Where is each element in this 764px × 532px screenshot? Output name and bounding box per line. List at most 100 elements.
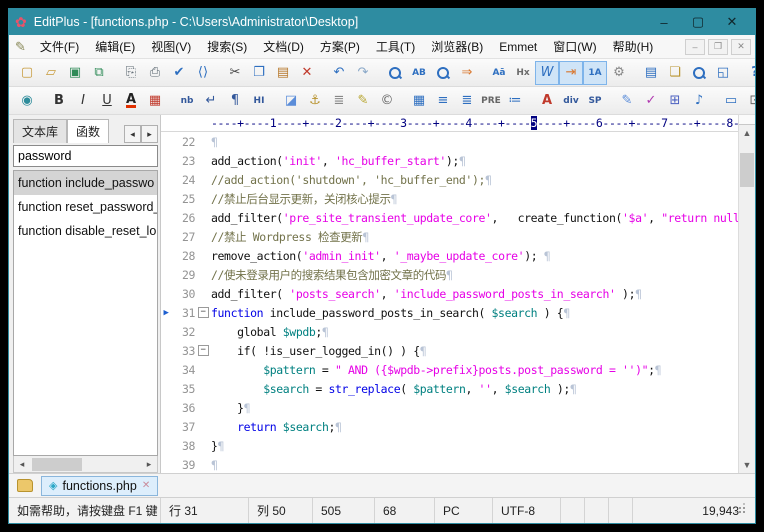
menu-2[interactable]: 编辑(E)	[87, 37, 143, 57]
paragraph-button[interactable]: ¶	[223, 89, 247, 113]
goto-line-button[interactable]: ⇒	[455, 61, 479, 85]
menu-7[interactable]: 工具(T)	[368, 37, 423, 57]
copyright-button[interactable]: ©	[375, 89, 399, 113]
menu-8[interactable]: 浏览器(B)	[423, 37, 491, 57]
scroll-up-icon[interactable]: ▲	[739, 125, 755, 141]
horizontal-rule-button[interactable]: ≣	[327, 89, 351, 113]
code-line-28[interactable]: 28remove_action('admin_init', '_maybe_up…	[161, 246, 738, 265]
maximize-button[interactable]: ▢	[681, 11, 715, 33]
color-palette-button[interactable]: ▦	[143, 89, 167, 113]
code-line-39[interactable]: 39¶	[161, 455, 738, 473]
menu-4[interactable]: 搜索(S)	[199, 37, 255, 57]
hex-viewer-button[interactable]: Hx	[511, 61, 535, 85]
code-line-27[interactable]: 27//禁止 Wordpress 检查更新¶	[161, 227, 738, 246]
function-list-item[interactable]: function include_passwo	[14, 171, 157, 195]
tab-functions[interactable]: 函数	[67, 119, 109, 143]
menu-11[interactable]: 帮助(H)	[605, 37, 662, 57]
menu-5[interactable]: 文档(D)	[255, 37, 312, 57]
form-edit-button[interactable]: ✎	[615, 89, 639, 113]
window-layout-button[interactable]: ❏	[663, 61, 687, 85]
bullet-list-button[interactable]: ≔	[503, 89, 527, 113]
tab-scroll-left-icon[interactable]: ◂	[124, 125, 141, 143]
split-box[interactable]	[739, 115, 755, 125]
code-line-34[interactable]: 34 $pattern = " AND ({$wpdb->prefix}post…	[161, 360, 738, 379]
folder-icon[interactable]	[17, 479, 33, 492]
word-wrap-button[interactable]: W	[535, 61, 559, 85]
font-size-button[interactable]: Aā	[487, 61, 511, 85]
line-break-button[interactable]: ↵	[199, 89, 223, 113]
code-line-22[interactable]: 22¶	[161, 132, 738, 151]
tab-scroll-right-icon[interactable]: ▸	[141, 125, 158, 143]
resize-grip[interactable]	[743, 511, 745, 513]
document-menu-icon[interactable]: ✎	[15, 39, 26, 55]
menu-6[interactable]: 方案(P)	[312, 37, 368, 57]
code-line-36[interactable]: 36 }¶	[161, 398, 738, 417]
bold-button[interactable]: B	[47, 89, 71, 113]
code-editor[interactable]: ----+----1----+----2----+----3----+----4…	[161, 115, 755, 473]
html-view-button[interactable]: ⟨⟩	[191, 61, 215, 85]
code-area[interactable]: 22¶23add_action('init', 'hc_buffer_start…	[161, 132, 738, 473]
vscroll-thumb[interactable]	[740, 153, 754, 187]
code-line-26[interactable]: 26add_filter('pre_site_transient_update_…	[161, 208, 738, 227]
fold-collapse-icon[interactable]: −	[198, 307, 209, 318]
browser-button[interactable]: ◉	[15, 89, 39, 113]
sidebar-hscrollbar[interactable]: ◂ ▸	[13, 456, 158, 473]
menu-1[interactable]: 文件(F)	[32, 37, 87, 57]
preferences-button[interactable]: ⚙	[607, 61, 631, 85]
spell-check-button[interactable]: ✔	[167, 61, 191, 85]
close-button[interactable]: ✕	[715, 11, 749, 33]
open-file-button[interactable]: ▱	[39, 61, 63, 85]
align-justify-button[interactable]: ≣	[455, 89, 479, 113]
function-list-item[interactable]: function reset_password_	[14, 195, 157, 219]
code-line-30[interactable]: 30add_filter( 'posts_search', 'include_p…	[161, 284, 738, 303]
undo-button[interactable]: ↶	[327, 61, 351, 85]
form-field-button[interactable]: ▭	[719, 89, 743, 113]
save-all-button[interactable]: ⧉	[87, 61, 111, 85]
code-line-25[interactable]: 25//禁止后台显示更新，关闭核心提示¶	[161, 189, 738, 208]
fullscreen-button[interactable]: ◱	[711, 61, 735, 85]
code-line-29[interactable]: 29//使未登录用户的搜索结果包含加密文章的代码¶	[161, 265, 738, 284]
code-line-35[interactable]: 35 $search = str_replace( $pattern, '', …	[161, 379, 738, 398]
paste-button[interactable]: ▤	[271, 61, 295, 85]
document-list-button[interactable]: ▤	[639, 61, 663, 85]
replace-button[interactable]: AB	[407, 61, 431, 85]
code-line-38[interactable]: 38}¶	[161, 436, 738, 455]
underline-button[interactable]: U	[95, 89, 119, 113]
heading-button[interactable]: HI	[247, 89, 271, 113]
code-line-24[interactable]: 24//add_action('shutdown', 'hc_buffer_en…	[161, 170, 738, 189]
find-in-files-button[interactable]	[431, 61, 455, 85]
fold-toggle[interactable]: −	[195, 345, 211, 356]
find-button[interactable]	[383, 61, 407, 85]
tab-indicator-button[interactable]: ⇥	[559, 61, 583, 85]
line-numbers-button[interactable]: 1A	[583, 61, 607, 85]
save-button[interactable]: ▣	[63, 61, 87, 85]
div-tag-button[interactable]: div	[559, 89, 583, 113]
image-button[interactable]: ◪	[279, 89, 303, 113]
function-list-item[interactable]: function disable_reset_lo	[14, 219, 157, 243]
code-line-33[interactable]: 33− if( !is_user_logged_in() ) {¶	[161, 341, 738, 360]
font-tag-button[interactable]: A	[535, 89, 559, 113]
browser-preview-button[interactable]	[687, 61, 711, 85]
font-color-button[interactable]: A	[119, 89, 143, 113]
music-button[interactable]: ♪	[687, 89, 711, 113]
code-line-31[interactable]: ▶31−function include_password_posts_in_s…	[161, 303, 738, 322]
fold-collapse-icon[interactable]: −	[198, 345, 209, 356]
table-button[interactable]: ▦	[407, 89, 431, 113]
check-tag-button[interactable]: ✓	[639, 89, 663, 113]
hscroll-left-icon[interactable]: ◂	[14, 457, 30, 472]
memo-button[interactable]: ✎	[351, 89, 375, 113]
code-line-23[interactable]: 23add_action('init', 'hc_buffer_start');…	[161, 151, 738, 170]
print-preview-button[interactable]: ⎘	[119, 61, 143, 85]
italic-button[interactable]: I	[71, 89, 95, 113]
menu-3[interactable]: 视图(V)	[143, 37, 199, 57]
mdi-minimize-button[interactable]: –	[685, 39, 705, 55]
tab-close-icon[interactable]: ✕	[142, 480, 150, 491]
hscroll-thumb[interactable]	[32, 458, 82, 471]
minimize-button[interactable]: –	[647, 11, 681, 33]
print-button[interactable]: ⎙	[143, 61, 167, 85]
editor-vscrollbar[interactable]: ▲ ▼	[738, 115, 755, 473]
code-line-37[interactable]: 37 return $search;¶	[161, 417, 738, 436]
copy-button[interactable]: ❐	[247, 61, 271, 85]
pre-tag-button[interactable]: PRE	[479, 89, 503, 113]
function-filter-input[interactable]	[13, 145, 158, 167]
